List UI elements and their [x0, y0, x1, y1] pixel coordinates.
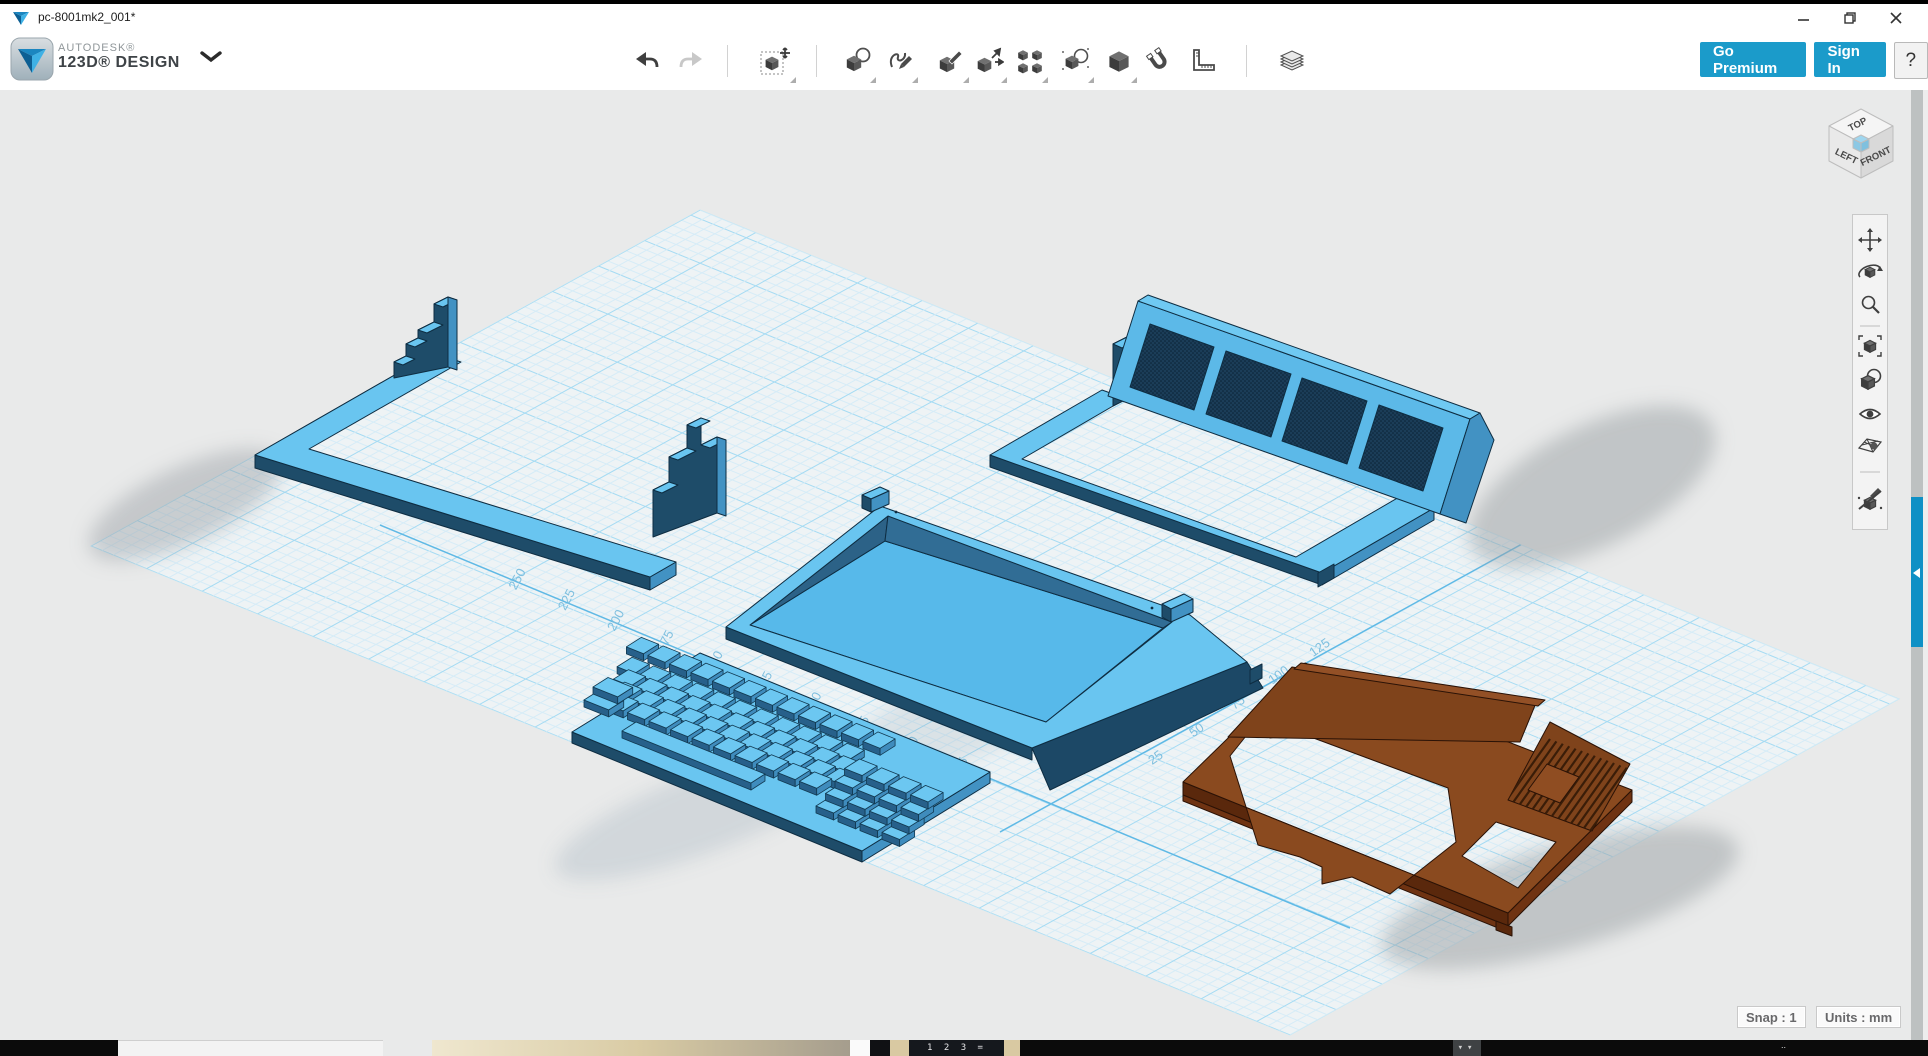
sign-in-button[interactable]: Sign In [1814, 42, 1885, 77]
snap-setting[interactable]: Snap : 1 [1737, 1006, 1806, 1028]
toolbar-separator [727, 45, 728, 77]
thumbnail-dark[interactable] [0, 1040, 118, 1056]
thumbnail-dark[interactable]: .. [1481, 1040, 1928, 1056]
go-premium-button[interactable]: Go Premium [1700, 42, 1806, 77]
thumbnail-keys-text: 1 2 3 = [927, 1043, 986, 1053]
model-viewport[interactable]: 250225200175150125100755025125100755025 [0, 90, 1928, 1040]
chevron-down-icon: ▾ [1458, 1043, 1467, 1053]
view-cube[interactable]: TOP LEFT FRONT [1815, 96, 1907, 188]
dropdown-caret [912, 77, 918, 83]
measure-tool-button[interactable] [1181, 37, 1225, 85]
toolbar-separator [816, 45, 817, 77]
chevron-down-icon: ▾ [1467, 1043, 1476, 1053]
thumbnail-dark[interactable] [1020, 1040, 1453, 1056]
main-toolbar: AUTODESK® 123D® DESIGN [0, 31, 1928, 91]
close-icon[interactable] [1888, 10, 1904, 26]
thumbnail-gap [850, 1040, 870, 1056]
minimize-icon[interactable] [1796, 10, 1812, 26]
account-buttons: Go Premium Sign In ? [1700, 42, 1928, 79]
units-setting[interactable]: Units : mm [1816, 1006, 1901, 1028]
dropdown-caret [1088, 77, 1094, 83]
snap-magnet-button[interactable] [1137, 37, 1181, 85]
transform-tool-button[interactable] [750, 37, 800, 85]
panel-arrow-icon [1913, 568, 1920, 578]
thumbnail-keys-edge[interactable] [870, 1040, 890, 1056]
brand-text: AUTODESK® 123D® DESIGN [58, 42, 180, 72]
dropdown-caret [870, 77, 876, 83]
dropdown-caret [1042, 77, 1048, 83]
thumbnail-keys-tan[interactable] [1004, 1040, 1020, 1056]
thumbnail-keys-tan[interactable] [890, 1040, 909, 1056]
app-window: pc-8001mk2_001* [0, 0, 1928, 1056]
help-button[interactable]: ? [1894, 42, 1928, 79]
thumbnail-light[interactable] [118, 1040, 383, 1056]
undo-button[interactable] [625, 37, 669, 85]
thumbnail-photo-beige[interactable] [432, 1040, 850, 1056]
background-thumbnail-strip: 1 2 3 = ▾▾ .. [0, 1040, 1928, 1056]
right-edge-pad [1923, 90, 1928, 1040]
brand-123d-design: 123D® DESIGN [58, 54, 180, 72]
title-bar: pc-8001mk2_001* [0, 4, 1928, 31]
combine-tool-button[interactable] [1054, 37, 1098, 85]
group-tool-button[interactable] [1097, 37, 1141, 85]
primitives-tool-button[interactable] [836, 37, 880, 85]
thumbnail-dots: .. [1781, 1040, 1786, 1050]
dropdown-caret [1001, 77, 1007, 83]
toolbar-separator [1246, 45, 1247, 77]
brand-autodesk: AUTODESK® [58, 42, 180, 54]
redo-button[interactable] [669, 37, 713, 85]
thumbnail-arrows[interactable]: ▾▾ [1453, 1040, 1481, 1056]
app-mini-logo-icon [12, 9, 32, 27]
sketch-tool-button[interactable] [878, 37, 922, 85]
dropdown-caret [790, 77, 796, 83]
chevron-down-icon[interactable] [198, 49, 224, 65]
restore-icon[interactable] [1842, 10, 1858, 26]
scene-svg: 250225200175150125100755025125100755025 [0, 90, 1928, 1040]
navigation-toolbar [1852, 214, 1888, 530]
visibility-icon[interactable] [1860, 410, 1880, 419]
construct-tool-button[interactable] [967, 37, 1011, 85]
layers-button[interactable] [1270, 37, 1314, 85]
app-logo-icon[interactable] [10, 37, 54, 83]
thumbnail-number-keys[interactable]: 1 2 3 = [909, 1040, 1004, 1056]
window-controls [1796, 10, 1904, 26]
pattern-tool-button[interactable] [1008, 37, 1052, 85]
window-title: pc-8001mk2_001* [38, 10, 135, 24]
